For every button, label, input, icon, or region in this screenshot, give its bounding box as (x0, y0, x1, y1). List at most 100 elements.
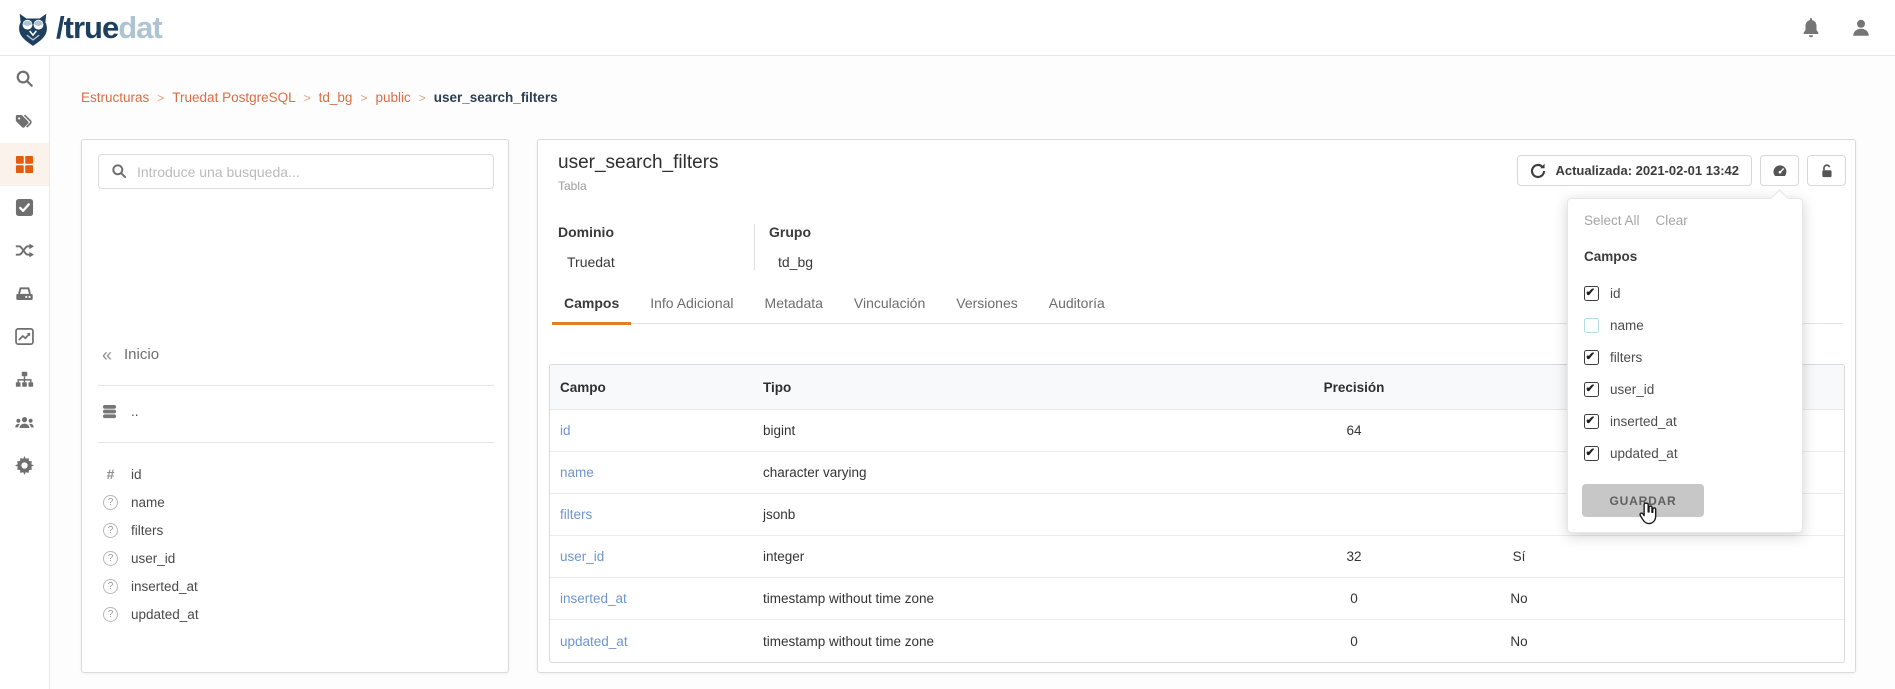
col-header-campo: Campo (550, 380, 749, 395)
cell-tipo: jsonb (749, 507, 1249, 522)
tab-metadata[interactable]: Metadata (753, 295, 835, 323)
checkbox-checked[interactable] (1584, 350, 1599, 365)
field-link[interactable]: name (550, 465, 749, 480)
sidebar-item-quality[interactable] (0, 186, 49, 229)
option-name[interactable]: name (1584, 309, 1784, 341)
field-link[interactable]: user_id (550, 549, 749, 564)
tab-info-adicional[interactable]: Info Adicional (638, 295, 745, 323)
tab-versiones[interactable]: Versiones (944, 295, 1029, 323)
tree-home-link[interactable]: « Inicio (102, 346, 159, 363)
breadcrumb-separator: > (157, 91, 164, 105)
breadcrumb-current: user_search_filters (434, 90, 558, 105)
clear-link[interactable]: Clear (1656, 213, 1688, 228)
user-icon[interactable] (1851, 18, 1871, 38)
option-user-id[interactable]: user_id (1584, 373, 1784, 405)
field-link[interactable]: updated_at (550, 634, 749, 649)
search-input-icon (111, 163, 127, 179)
field-label: name (131, 495, 165, 510)
dropdown-group-title: Campos (1584, 249, 1637, 264)
option-label: name (1610, 318, 1644, 333)
checkbox-checked[interactable] (1584, 286, 1599, 301)
cell-tipo: integer (749, 549, 1249, 564)
checkbox-checked[interactable] (1584, 382, 1599, 397)
option-inserted-at[interactable]: inserted_at (1584, 405, 1784, 437)
home-label: Inicio (124, 346, 159, 363)
updated-timestamp: Actualizada: 2021-02-01 13:42 (1555, 163, 1739, 178)
field-link[interactable]: filters (550, 507, 749, 522)
structure-type-label: Tabla (558, 179, 719, 193)
structure-tree-panel: « Inicio .. # id name filters user_id (81, 139, 509, 673)
option-filters[interactable]: filters (1584, 341, 1784, 373)
checkbox-checked[interactable] (1584, 414, 1599, 429)
column-filter-dropdown: Select All Clear Campos id name filters … (1567, 198, 1803, 533)
check-square-icon (15, 198, 34, 217)
cell-tipo: character varying (749, 465, 1249, 480)
bell-icon[interactable] (1801, 18, 1821, 38)
checkbox-unchecked[interactable] (1584, 318, 1599, 333)
breadcrumb-separator: > (360, 91, 367, 105)
table-row: updated_at timestamp without time zone 0… (550, 620, 1844, 662)
server-icon (15, 284, 34, 303)
sidebar-item-tags[interactable] (0, 100, 49, 143)
option-id[interactable]: id (1584, 277, 1784, 309)
breadcrumb-link-database[interactable]: td_bg (319, 90, 353, 105)
option-label: inserted_at (1610, 414, 1677, 429)
tree-search-input[interactable] (98, 154, 494, 189)
unlock-button[interactable] (1807, 155, 1846, 186)
tab-campos[interactable]: Campos (552, 295, 631, 325)
breadcrumb-link-system[interactable]: Truedat PostgreSQL (172, 90, 295, 105)
tree-field-name[interactable]: name (102, 488, 490, 516)
question-icon (103, 551, 118, 566)
chart-icon (15, 327, 34, 346)
breadcrumb-link-schema[interactable]: public (375, 90, 410, 105)
logo-text: /truedat (56, 10, 162, 46)
meta-section: Dominio Truedat Grupo td_bg (558, 224, 1055, 270)
cell-precision: 64 (1249, 423, 1459, 438)
field-label: id (131, 467, 142, 482)
field-label: updated_at (131, 607, 199, 622)
tree-field-inserted-at[interactable]: inserted_at (102, 572, 490, 600)
tree-field-user-id[interactable]: user_id (102, 544, 490, 572)
shuffle-icon (15, 241, 34, 260)
cell-tipo: bigint (749, 423, 1249, 438)
cell-precision: 0 (1249, 591, 1459, 606)
owl-logo-icon (14, 9, 52, 47)
option-updated-at[interactable]: updated_at (1584, 437, 1784, 469)
sidebar-item-search[interactable] (0, 57, 49, 100)
sidebar-item-sources[interactable] (0, 272, 49, 315)
sidebar-item-domains[interactable] (0, 358, 49, 401)
option-label: id (1610, 286, 1621, 301)
tree-field-filters[interactable]: filters (102, 516, 490, 544)
col-header-tipo: Tipo (749, 380, 1249, 395)
tags-icon (15, 112, 34, 131)
tree-parent-link[interactable]: .. (102, 404, 139, 419)
sidebar-item-groups[interactable] (0, 401, 49, 444)
truedat-logo[interactable]: /truedat (14, 9, 162, 47)
top-bar: /truedat (0, 0, 1895, 56)
profiling-gauge-button[interactable] (1760, 155, 1799, 186)
tab-vinculacion[interactable]: Vinculación (842, 295, 937, 323)
sidebar-item-settings[interactable] (0, 444, 49, 487)
question-icon (103, 495, 118, 510)
checkbox-checked[interactable] (1584, 446, 1599, 461)
question-icon (103, 523, 118, 538)
save-button[interactable]: GUARDAR (1582, 484, 1704, 517)
gauge-icon (1772, 163, 1788, 179)
refresh-updated-button[interactable]: Actualizada: 2021-02-01 13:42 (1517, 155, 1752, 186)
select-all-link[interactable]: Select All (1584, 213, 1640, 228)
divider (98, 385, 494, 386)
tab-auditoria[interactable]: Auditoría (1037, 295, 1117, 323)
sidebar-item-structures[interactable] (0, 143, 49, 186)
field-link[interactable]: inserted_at (550, 591, 749, 606)
table-row: user_id integer 32 Sí (550, 536, 1844, 578)
tree-field-updated-at[interactable]: updated_at (102, 600, 490, 628)
sidebar-item-lineage[interactable] (0, 229, 49, 272)
search-icon (15, 69, 34, 88)
sidebar-item-dashboards[interactable] (0, 315, 49, 358)
tree-field-id[interactable]: # id (102, 460, 490, 488)
breadcrumb-link-estructuras[interactable]: Estructuras (81, 90, 149, 105)
option-label: filters (1610, 350, 1642, 365)
field-link[interactable]: id (550, 423, 749, 438)
unlock-icon (1819, 163, 1835, 179)
option-label: user_id (1610, 382, 1654, 397)
